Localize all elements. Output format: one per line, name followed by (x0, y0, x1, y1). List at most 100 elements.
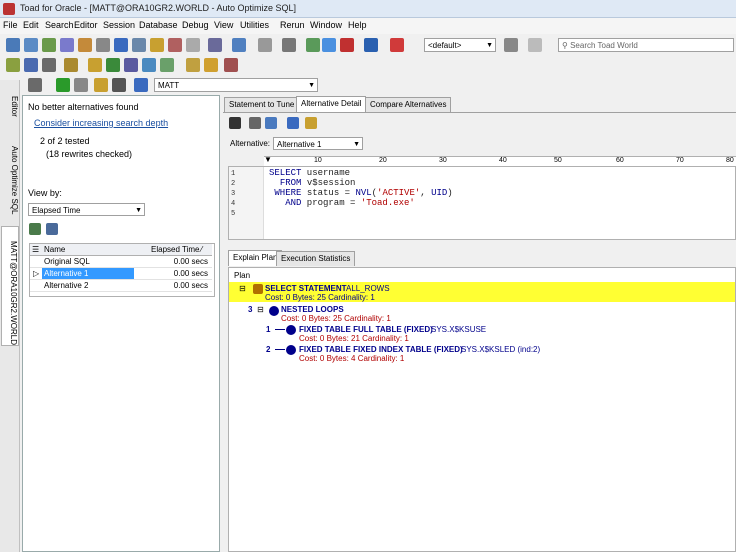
debug-icon[interactable] (150, 38, 164, 52)
sort-icon: ⁄ (201, 245, 203, 254)
schema-browser-icon[interactable] (24, 38, 38, 52)
settings-gear-icon[interactable] (229, 117, 241, 129)
table-row[interactable]: ▷ Alternative 1 0.00 secs (30, 268, 212, 280)
collapse-icon[interactable]: ⊟ (257, 305, 264, 314)
menu-help[interactable]: Help (348, 20, 367, 30)
sql-optimizer-icon[interactable] (78, 38, 92, 52)
default-combo[interactable]: <default> ▼ (424, 38, 496, 52)
node-3-cost: Cost: 0 Bytes: 25 Cardinality: 1 (281, 314, 391, 323)
tab-alternative-detail[interactable]: Alternative Detail (296, 96, 367, 112)
menu-database[interactable]: Database (139, 20, 178, 30)
filter-icon[interactable] (42, 58, 56, 72)
paste-icon[interactable] (160, 58, 174, 72)
settings-icon[interactable] (112, 78, 126, 92)
print-grid-icon[interactable] (46, 223, 58, 235)
tab-compare-alternatives[interactable]: Compare Alternatives (365, 97, 452, 112)
row-indicator-icon: ▷ (33, 269, 40, 278)
rollback-icon[interactable] (390, 38, 404, 52)
view-by-select[interactable]: Elapsed Time ▼ (28, 203, 145, 216)
menu-debug[interactable]: Debug (182, 20, 209, 30)
sql-tuning-icon[interactable] (60, 38, 74, 52)
connect-icon[interactable] (28, 78, 42, 92)
table-row[interactable]: Original SQL 0.00 secs (30, 256, 212, 268)
grid-icon[interactable] (24, 58, 38, 72)
code-line-3: WHERE status = NVL('ACTIVE', UID) (274, 188, 453, 198)
trace-icon[interactable] (322, 38, 336, 52)
export-grid-icon[interactable] (29, 223, 41, 235)
menu-window[interactable]: Window (310, 20, 342, 30)
ruler-tick: 80 (726, 157, 734, 164)
ruler-tick: 50 (554, 157, 562, 164)
commit-icon[interactable] (364, 38, 378, 52)
menu-search[interactable]: Search (45, 20, 74, 30)
toad-app-icon (3, 3, 15, 15)
new-window-icon[interactable] (6, 58, 20, 72)
send-to-editor-icon[interactable] (287, 117, 299, 129)
folder-icon[interactable] (186, 58, 200, 72)
menu-edit[interactable]: Edit (23, 20, 39, 30)
toad-world-search[interactable]: ⚲ Search Toad World (558, 38, 734, 52)
col-elapsed-header[interactable]: Elapsed Time (151, 244, 199, 256)
fn-nvl: NVL (355, 188, 372, 198)
erase-icon[interactable] (114, 38, 128, 52)
tools-icon[interactable] (232, 38, 246, 52)
menu-view[interactable]: View (214, 20, 233, 30)
collapse-icon[interactable]: ⊟ (239, 284, 246, 293)
menu-file[interactable]: File (3, 20, 18, 30)
tab-divider (223, 112, 736, 113)
str-active: 'ACTIVE' (377, 188, 421, 198)
side-tab-editor[interactable]: Editor (1, 82, 19, 128)
options-icon[interactable] (64, 58, 78, 72)
connection-combo[interactable]: MATT ▼ (154, 78, 318, 92)
document-icon[interactable] (186, 38, 200, 52)
connection-manager-icon[interactable] (504, 38, 518, 52)
side-tab-auto-optimize-label: Auto Optimize SQL (10, 146, 19, 215)
open-icon[interactable] (94, 78, 108, 92)
execute-icon[interactable] (56, 78, 70, 92)
nested-loops-icon (269, 306, 279, 316)
copy-sql-icon[interactable] (265, 117, 277, 129)
tab-explain-plan[interactable]: Explain Plan (228, 250, 283, 266)
menu-session[interactable]: Session (103, 20, 135, 30)
increase-depth-link[interactable]: Consider increasing search depth (34, 118, 168, 128)
open-file-icon[interactable] (204, 58, 218, 72)
connection-combo-value: MATT (158, 81, 180, 90)
alternative-select[interactable]: Alternative 1 ▼ (273, 137, 363, 150)
run-icon[interactable] (340, 38, 354, 52)
line-number: 3 (231, 190, 236, 198)
timer-icon[interactable] (282, 38, 296, 52)
menu-rerun[interactable]: Rerun (280, 20, 305, 30)
side-tab-editor-label: Editor (10, 96, 19, 117)
database-icon[interactable] (96, 38, 110, 52)
menu-editor[interactable]: Editor (74, 20, 98, 30)
data-icon[interactable] (258, 38, 272, 52)
profiler-icon[interactable] (306, 38, 320, 52)
reports-icon[interactable] (208, 38, 222, 52)
tab-execution-statistics[interactable]: Execution Statistics (276, 251, 356, 266)
export-icon[interactable] (132, 38, 146, 52)
find-icon[interactable] (106, 58, 120, 72)
user-icon[interactable] (134, 78, 148, 92)
new-connection-icon[interactable] (6, 38, 20, 52)
bookmark-icon[interactable] (224, 58, 238, 72)
sql-editor[interactable]: 1 2 3 4 5 SELECT username FROM v$session… (228, 166, 736, 240)
cut-icon[interactable] (124, 58, 138, 72)
menu-utilities[interactable]: Utilities (240, 20, 269, 30)
tab-statement-to-tune[interactable]: Statement to Tune (224, 97, 300, 112)
table-row[interactable]: Alternative 2 0.00 secs (30, 280, 212, 292)
print-icon[interactable] (249, 117, 261, 129)
save-icon[interactable] (88, 58, 102, 72)
alternatives-grid: ☰ Name Elapsed Time ⁄ Original SQL 0.00 … (29, 243, 215, 297)
step-icon[interactable] (74, 78, 88, 92)
optimize-status: No better alternatives found (28, 102, 139, 112)
chevron-down-icon: ▼ (308, 82, 315, 89)
results-pane: No better alternatives found Consider in… (22, 95, 220, 552)
plan-root-title: SELECT STATEMENT (265, 284, 347, 293)
sessions-icon[interactable] (168, 38, 182, 52)
col-name-header[interactable]: Name (44, 244, 65, 256)
side-tab-connection[interactable]: MATT@ORA10GR2.WORLD (1, 226, 19, 346)
compare-icon[interactable] (305, 117, 317, 129)
copy-icon[interactable] (142, 58, 156, 72)
side-tab-auto-optimize[interactable]: Auto Optimize SQL (1, 132, 19, 220)
sql-editor-icon[interactable] (42, 38, 56, 52)
